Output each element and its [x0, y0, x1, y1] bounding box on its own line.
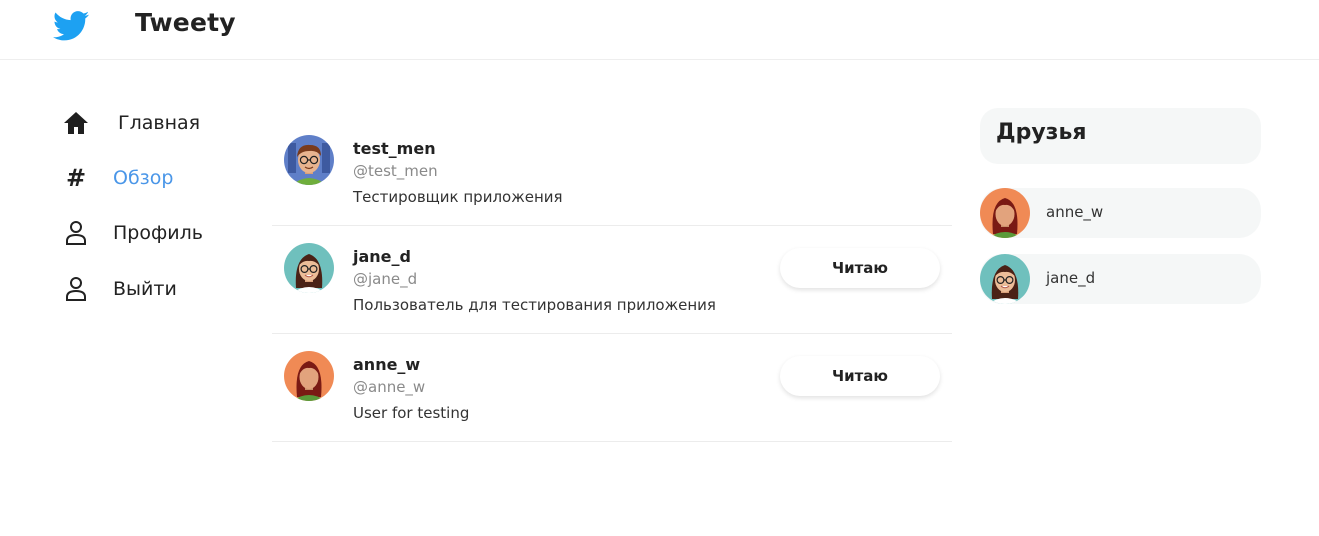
- user-name[interactable]: anne_w: [353, 355, 420, 374]
- friends-panel-header: Друзья: [980, 108, 1261, 164]
- user-list: test_men @test_men Тестировщик приложени…: [272, 118, 952, 442]
- user-handle: @jane_d: [353, 270, 418, 288]
- sidebar-item-logout[interactable]: Выйти: [62, 272, 177, 306]
- sidebar-item-label: Профиль: [113, 222, 203, 244]
- user-card[interactable]: test_men @test_men Тестировщик приложени…: [272, 118, 952, 226]
- user-card[interactable]: anne_w @anne_w User for testing Читаю: [272, 334, 952, 442]
- avatar: [980, 188, 1030, 238]
- user-handle: @anne_w: [353, 378, 426, 396]
- user-name[interactable]: test_men: [353, 139, 436, 158]
- sidebar-item-home[interactable]: Главная: [62, 106, 200, 140]
- friend-item-anne-w[interactable]: anne_w: [980, 188, 1261, 238]
- user-icon: [62, 275, 90, 303]
- home-icon: [62, 109, 90, 137]
- avatar[interactable]: [284, 351, 334, 401]
- friend-name: jane_d: [1046, 269, 1096, 287]
- sidebar-item-profile[interactable]: Профиль: [62, 216, 203, 250]
- following-button[interactable]: Читаю: [780, 356, 940, 396]
- friend-name: anne_w: [1046, 203, 1104, 221]
- user-bio: Пользователь для тестирования приложения: [353, 296, 716, 314]
- user-bio: Тестировщик приложения: [353, 188, 563, 206]
- user-bio: User for testing: [353, 404, 470, 422]
- following-button[interactable]: Читаю: [780, 248, 940, 288]
- hash-icon: #: [65, 164, 87, 192]
- user-name[interactable]: jane_d: [353, 247, 411, 266]
- user-handle: @test_men: [353, 162, 438, 180]
- avatar[interactable]: [284, 135, 334, 185]
- top-bar: Tweety: [0, 0, 1319, 60]
- friends-title: Друзья: [996, 120, 1087, 145]
- app-title[interactable]: Tweety: [135, 8, 236, 37]
- sidebar-item-explore[interactable]: # Обзор: [62, 161, 174, 195]
- avatar[interactable]: [284, 243, 334, 293]
- twitter-bird-icon[interactable]: [53, 11, 89, 41]
- sidebar-item-label: Выйти: [113, 278, 177, 300]
- user-icon: [62, 219, 90, 247]
- sidebar-item-label: Обзор: [113, 167, 174, 189]
- sidebar-item-label: Главная: [118, 112, 201, 134]
- avatar: [980, 254, 1030, 304]
- user-card[interactable]: jane_d @jane_d Пользователь для тестиров…: [272, 226, 952, 334]
- friend-item-jane-d[interactable]: jane_d: [980, 254, 1261, 304]
